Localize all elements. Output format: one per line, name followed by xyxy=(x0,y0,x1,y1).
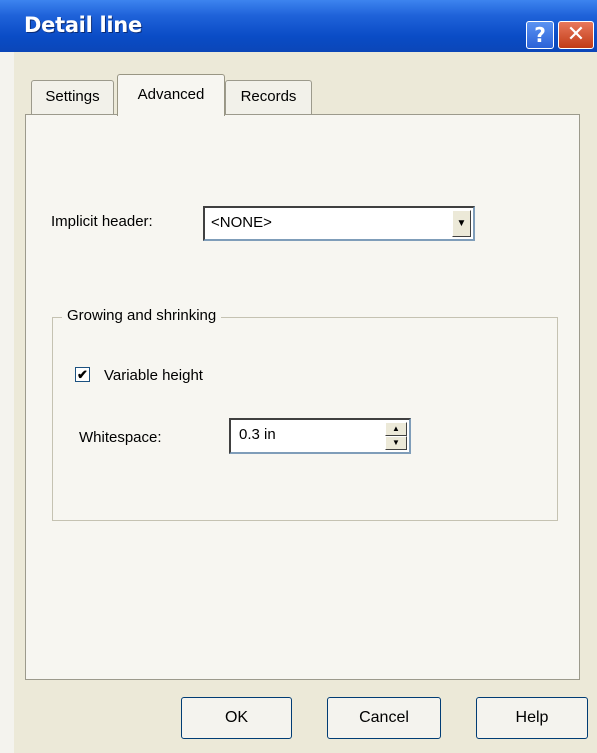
spin-down-icon[interactable]: ▼ xyxy=(385,436,407,450)
tab-advanced[interactable]: Advanced xyxy=(117,74,225,116)
title-bar[interactable]: Detail line ? ✕ xyxy=(0,0,597,52)
dialog-window: Detail line ? ✕ Settings Advanced Record… xyxy=(0,0,597,753)
ok-button[interactable]: OK xyxy=(181,697,292,739)
help-button[interactable]: Help xyxy=(476,697,588,739)
help-icon[interactable]: ? xyxy=(526,21,554,49)
variable-height-label[interactable]: Variable height xyxy=(104,367,203,384)
tab-records[interactable]: Records xyxy=(225,80,312,114)
variable-height-checkbox[interactable]: ✔ xyxy=(75,367,90,382)
whitespace-spinner[interactable]: 0.3 in ▲ ▼ xyxy=(229,418,411,454)
implicit-header-dropdown[interactable]: <NONE> ▼ xyxy=(203,206,475,241)
whitespace-label: Whitespace: xyxy=(79,429,162,446)
close-icon[interactable]: ✕ xyxy=(558,21,594,49)
spin-up-icon[interactable]: ▲ xyxy=(385,422,407,436)
background-strip xyxy=(0,48,14,753)
tab-settings[interactable]: Settings xyxy=(31,80,114,114)
whitespace-value: 0.3 in xyxy=(239,426,276,443)
window-title: Detail line xyxy=(24,13,142,37)
implicit-header-label: Implicit header: xyxy=(51,213,153,230)
cancel-button[interactable]: Cancel xyxy=(327,697,441,739)
group-legend: Growing and shrinking xyxy=(62,307,222,324)
chevron-down-icon[interactable]: ▼ xyxy=(452,210,471,237)
implicit-header-value: <NONE> xyxy=(211,214,272,231)
